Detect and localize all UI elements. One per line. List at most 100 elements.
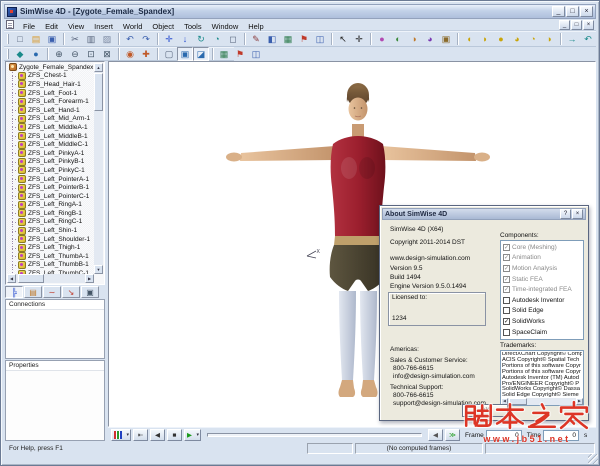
view-toolbar-button-zoom-in[interactable]: ⊕ (51, 47, 67, 61)
checkbox-icon[interactable] (503, 286, 510, 293)
toolbar-button-move[interactable]: ✛ (161, 32, 177, 46)
view-toolbar-button-panels[interactable]: ◫ (248, 47, 264, 61)
child-close-icon[interactable]: × (583, 20, 594, 30)
scroll-down-icon[interactable]: ▼ (94, 265, 103, 274)
toolbar-button-sketch[interactable]: ✎ (248, 32, 264, 46)
playback-button-fast-forward[interactable]: ≫ (445, 429, 460, 441)
checkbox-icon[interactable] (503, 297, 510, 304)
menu-item[interactable]: Object (147, 21, 179, 32)
view-toolbar-button-zoom-out[interactable]: ⊖ (67, 47, 83, 61)
dialog-title-bar[interactable]: About SimWise 4D ? × (382, 208, 586, 220)
menu-item[interactable]: Insert (89, 21, 118, 32)
resize-grip[interactable] (588, 454, 598, 464)
toolbar-button-joint-revolute[interactable]: ● (374, 32, 390, 46)
document-icon[interactable] (6, 20, 14, 29)
toolbar-button-orbit-select[interactable]: ◔ (209, 32, 225, 46)
view-toolbar-button-view-front[interactable]: ◉ (122, 47, 138, 61)
toolbar-button-constraint-1[interactable]: ◖ (461, 32, 477, 46)
toolbar-button-constraint-3[interactable]: ● (493, 32, 509, 46)
checkbox-icon[interactable] (503, 265, 510, 272)
menu-item[interactable]: Edit (40, 21, 63, 32)
scroll-up-icon[interactable]: ▲ (94, 63, 103, 72)
tree-horizontal-scrollbar[interactable]: ◀ ▶ (7, 274, 94, 283)
view-toolbar-button-grid[interactable]: ▦ (216, 47, 232, 61)
toolbar-button-drop[interactable]: ↓ (177, 32, 193, 46)
sidebar-tab-plot[interactable]: ↘ (62, 286, 80, 298)
tree-item[interactable]: ZFS_Left_PointerB-1 (7, 183, 94, 192)
toolbar-button-open[interactable]: ▤ (28, 32, 44, 46)
tree-item[interactable]: ZFS_Left_Foot-1 (7, 89, 94, 98)
toolbar-button-frame-select[interactable]: ◻ (225, 32, 241, 46)
tree-item[interactable]: ZFS_Left_PointerC-1 (7, 192, 94, 201)
scrollbar-thumb[interactable] (509, 398, 527, 405)
tree-item[interactable]: ZFS_Head_Hair-1 (7, 80, 94, 89)
toolbar-button-constraint-2[interactable]: ◗ (477, 32, 493, 46)
component-row[interactable]: SolidWorks (502, 316, 582, 327)
checkbox-icon[interactable] (503, 276, 510, 283)
menu-item[interactable]: Help (243, 21, 268, 32)
toolbar-button-new[interactable]: □ (12, 32, 28, 46)
view-toolbar-button-pan[interactable]: ◆ (12, 47, 28, 61)
scrollbar-thumb[interactable] (18, 274, 44, 283)
menu-item[interactable]: View (63, 21, 89, 32)
dialog-close-icon[interactable]: × (572, 209, 583, 219)
toolbar-button-copy[interactable]: ▥ (83, 32, 99, 46)
checkbox-icon[interactable] (503, 244, 510, 251)
minimize-icon[interactable]: _ (552, 6, 565, 17)
toolbar-button-joint-spherical[interactable]: ◐ (390, 32, 406, 46)
sidebar-tab-hierarchy[interactable]: ╠ (5, 286, 23, 298)
maximize-icon[interactable]: □ (566, 6, 579, 17)
menu-item[interactable]: Window (207, 21, 244, 32)
toolbar-button-paste[interactable]: ▨ (99, 32, 115, 46)
toolbar-button-redo[interactable]: ↷ (138, 32, 154, 46)
toolbar-grip[interactable] (7, 34, 9, 44)
menu-item[interactable]: World (118, 21, 147, 32)
toolbar-button-select-add[interactable]: ✛ (351, 32, 367, 46)
view-toolbar-button-view-iso[interactable]: ✚ (138, 47, 154, 61)
toolbar-button-rotate[interactable]: ↻ (193, 32, 209, 46)
tree-item[interactable]: ZFS_Left_ThumbB-1 (7, 261, 94, 270)
tree-item[interactable]: ZFS_Left_PinkyA-1 (7, 149, 94, 158)
toolbar-button-mesh[interactable]: ▦ (280, 32, 296, 46)
toolbar-button-force[interactable]: → (564, 32, 580, 46)
tree-root-item[interactable]: Zygote_Female_Spandex (7, 63, 94, 72)
playback-button-meters[interactable] (111, 429, 131, 441)
menu-item[interactable]: Tools (179, 21, 207, 32)
view-toolbar-button-orbit[interactable]: ● (28, 47, 44, 61)
tree-item[interactable]: ZFS_Left_ThumbA-1 (7, 252, 94, 261)
toolbar-button-cut[interactable]: ✂ (67, 32, 83, 46)
checkbox-icon[interactable] (503, 329, 510, 336)
toolbar-button-constraint-5[interactable]: ◔ (525, 32, 541, 46)
scroll-right-icon[interactable]: ▶ (85, 274, 94, 283)
toolbar-button-flag[interactable]: ⚑ (296, 32, 312, 46)
timeline-slider[interactable] (207, 433, 422, 437)
tree-item[interactable]: ZFS_Left_PinkyB-1 (7, 158, 94, 167)
sidebar-tab-curve[interactable]: ∼ (43, 286, 61, 298)
toolbar-button-constraint-6[interactable]: ◑ (541, 32, 557, 46)
frame-field[interactable]: 0 (486, 430, 522, 441)
toolbar-grip[interactable] (7, 49, 9, 59)
toolbar-button-joint-rigid[interactable]: ◕ (422, 32, 438, 46)
component-row[interactable]: Solid Edge (502, 306, 582, 317)
toolbar-button-select[interactable]: ↖ (335, 32, 351, 46)
toolbar-button-body[interactable]: ▣ (438, 32, 454, 46)
sidebar-tab-list[interactable]: ▤ (24, 286, 42, 298)
close-icon[interactable]: × (580, 6, 593, 17)
component-row[interactable]: Time-integrated FEA (502, 284, 582, 295)
ok-button[interactable]: OK (462, 404, 508, 417)
component-row[interactable]: Static FEA (502, 274, 582, 285)
component-row[interactable]: SpaceClaim (502, 327, 582, 338)
trademarks-horizontal-scrollbar[interactable]: ◀ ▶ (501, 398, 583, 405)
view-toolbar-button-wireframe[interactable]: ▢ (161, 47, 177, 61)
scrollbar-thumb[interactable] (94, 73, 103, 111)
tree-item[interactable]: ZFS_Left_Forearm-1 (7, 97, 94, 106)
tree-item[interactable]: ZFS_Chest-1 (7, 72, 94, 81)
tree-item[interactable]: ZFS_Left_MiddleC-1 (7, 140, 94, 149)
view-toolbar-button-zoom-window[interactable]: ⊡ (83, 47, 99, 61)
toolbar-button-undo[interactable]: ↶ (122, 32, 138, 46)
tree-item[interactable]: ZFS_Left_RingB-1 (7, 209, 94, 218)
toolbar-button-constraint-4[interactable]: ◕ (509, 32, 525, 46)
tree-item[interactable]: ZFS_Left_MiddleB-1 (7, 132, 94, 141)
view-toolbar-button-shaded[interactable]: ▣ (177, 47, 193, 61)
trademark-row[interactable]: Solid Edge Copyright© Sieme (502, 393, 582, 397)
